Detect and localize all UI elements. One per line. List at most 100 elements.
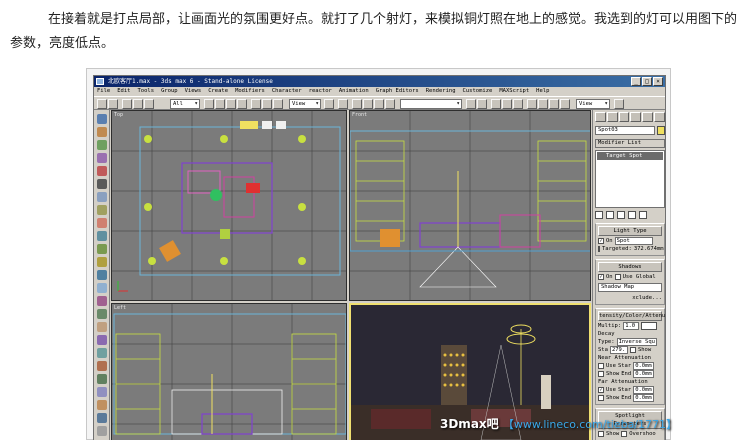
menu-file[interactable]: File bbox=[97, 87, 110, 96]
modify-tab-icon[interactable] bbox=[606, 112, 618, 122]
far-show-checkbox[interactable] bbox=[598, 395, 604, 401]
systems-icon[interactable] bbox=[97, 309, 107, 319]
plane-icon[interactable] bbox=[97, 231, 107, 241]
menu-customize[interactable]: Customize bbox=[463, 87, 493, 96]
tube-icon[interactable] bbox=[97, 205, 107, 215]
light-type-dropdown[interactable]: Spot bbox=[614, 237, 653, 245]
hierarchy-tab-icon[interactable] bbox=[618, 112, 630, 122]
material-editor-icon[interactable] bbox=[527, 99, 537, 109]
sphere-icon[interactable] bbox=[97, 127, 107, 137]
object-color-swatch[interactable] bbox=[657, 126, 665, 135]
undo-icon[interactable] bbox=[97, 99, 107, 109]
viewport-top[interactable]: Top bbox=[111, 110, 347, 301]
more-icon[interactable] bbox=[97, 426, 107, 436]
window-crossing-icon[interactable] bbox=[237, 99, 247, 109]
decay-type-dropdown[interactable]: Inverse Squ bbox=[616, 338, 657, 346]
pivot-center-icon[interactable] bbox=[324, 99, 334, 109]
cone-icon[interactable] bbox=[97, 179, 107, 189]
rollout-title[interactable]: tensity/Color/Attenuat bbox=[598, 311, 665, 321]
render-view-dropdown[interactable]: View bbox=[576, 99, 610, 109]
menu-group[interactable]: Group bbox=[161, 87, 178, 96]
targeted-checkbox[interactable] bbox=[598, 246, 600, 252]
menu-reactor[interactable]: reactor bbox=[309, 87, 332, 96]
exclude-button[interactable]: xclude... bbox=[632, 294, 662, 302]
menu-edit[interactable]: Edit bbox=[117, 87, 130, 96]
menu-views[interactable]: Views bbox=[185, 87, 202, 96]
rollout-title[interactable]: Shadows bbox=[598, 262, 662, 272]
windows-icon[interactable] bbox=[97, 387, 107, 397]
space-warps-icon[interactable] bbox=[97, 296, 107, 306]
redo-icon[interactable] bbox=[108, 99, 118, 109]
layer-manager-icon[interactable] bbox=[491, 99, 501, 109]
viewport-left[interactable]: Left bbox=[111, 303, 347, 440]
lights-icon[interactable] bbox=[97, 257, 107, 267]
configure-sets-icon[interactable] bbox=[639, 211, 647, 219]
shadow-type-dropdown[interactable]: Shadow Map bbox=[598, 283, 662, 292]
cylinder-icon[interactable] bbox=[97, 140, 107, 150]
schematic-view-icon[interactable] bbox=[513, 99, 523, 109]
render-last-icon[interactable] bbox=[614, 99, 624, 109]
maximize-button[interactable]: □ bbox=[642, 77, 652, 86]
ref-coord-dropdown[interactable]: View bbox=[289, 99, 321, 109]
link-icon[interactable] bbox=[122, 99, 132, 109]
display-tab-icon[interactable] bbox=[642, 112, 654, 122]
box-icon[interactable] bbox=[97, 114, 107, 124]
render-scene-icon[interactable] bbox=[538, 99, 548, 109]
bind-space-warp-icon[interactable] bbox=[144, 99, 154, 109]
select-object-icon[interactable] bbox=[204, 99, 214, 109]
pyramid-icon[interactable] bbox=[97, 218, 107, 228]
doors-icon[interactable] bbox=[97, 374, 107, 384]
light-color-swatch[interactable] bbox=[641, 322, 658, 330]
near-end-spinner[interactable]: 0.0mm bbox=[633, 370, 654, 378]
menu-create[interactable]: Create bbox=[208, 87, 228, 96]
motion-tab-icon[interactable] bbox=[630, 112, 642, 122]
unlink-icon[interactable] bbox=[133, 99, 143, 109]
select-manipulate-icon[interactable] bbox=[338, 99, 348, 109]
nurbs-icon[interactable] bbox=[97, 361, 107, 371]
menu-modifiers[interactable]: Modifiers bbox=[235, 87, 265, 96]
near-show-checkbox[interactable] bbox=[598, 371, 604, 377]
menu-help[interactable]: Help bbox=[536, 87, 549, 96]
menu-tools[interactable]: Tools bbox=[138, 87, 155, 96]
near-use-checkbox[interactable] bbox=[598, 363, 604, 369]
quick-render-icon[interactable] bbox=[549, 99, 559, 109]
show-end-result-icon[interactable] bbox=[606, 211, 614, 219]
geosphere-icon[interactable] bbox=[97, 192, 107, 202]
close-button[interactable]: × bbox=[653, 77, 663, 86]
far-end-spinner[interactable]: 0.0mm bbox=[633, 394, 654, 402]
stack-item-target-spot[interactable]: Target Spot bbox=[597, 152, 663, 160]
decay-start-spinner[interactable]: 279. bbox=[609, 346, 628, 354]
near-start-spinner[interactable]: 0.0mm bbox=[633, 362, 654, 370]
menu-animation[interactable]: Animation bbox=[339, 87, 369, 96]
curve-editor-icon[interactable] bbox=[502, 99, 512, 109]
create-tab-icon[interactable] bbox=[595, 112, 606, 122]
far-use-checkbox[interactable]: ✓ bbox=[598, 387, 604, 393]
angle-snap-icon[interactable] bbox=[363, 99, 373, 109]
rect-selection-icon[interactable] bbox=[226, 99, 236, 109]
menu-character[interactable]: Character bbox=[272, 87, 302, 96]
object-name-input[interactable]: Spot03 bbox=[595, 126, 655, 135]
stairs-icon[interactable] bbox=[97, 400, 107, 410]
selection-filter-dropdown[interactable]: All bbox=[170, 99, 200, 109]
remove-modifier-icon[interactable] bbox=[628, 211, 636, 219]
minimize-button[interactable]: _ bbox=[631, 77, 641, 86]
snaps-toggle-icon[interactable] bbox=[352, 99, 362, 109]
multiplier-spinner[interactable]: 1.0 bbox=[623, 322, 640, 330]
spinner-snap-icon[interactable] bbox=[385, 99, 395, 109]
cameras-icon[interactable] bbox=[97, 270, 107, 280]
align-icon[interactable] bbox=[477, 99, 487, 109]
menu-maxscript[interactable]: MAXScript bbox=[499, 87, 529, 96]
select-rotate-icon[interactable] bbox=[262, 99, 272, 109]
shapes-icon[interactable] bbox=[97, 244, 107, 254]
pin-stack-icon[interactable] bbox=[595, 211, 603, 219]
mirror-icon[interactable] bbox=[466, 99, 476, 109]
select-by-name-icon[interactable] bbox=[215, 99, 225, 109]
compound-icon[interactable] bbox=[97, 322, 107, 332]
use-global-checkbox[interactable] bbox=[614, 274, 621, 280]
aec-icon[interactable] bbox=[97, 413, 107, 423]
decay-show-checkbox[interactable] bbox=[629, 347, 636, 353]
light-on-checkbox[interactable]: ✓ bbox=[598, 238, 604, 244]
viewport-front[interactable]: Front bbox=[349, 110, 591, 301]
select-scale-icon[interactable] bbox=[273, 99, 283, 109]
menu-rendering[interactable]: Rendering bbox=[426, 87, 456, 96]
